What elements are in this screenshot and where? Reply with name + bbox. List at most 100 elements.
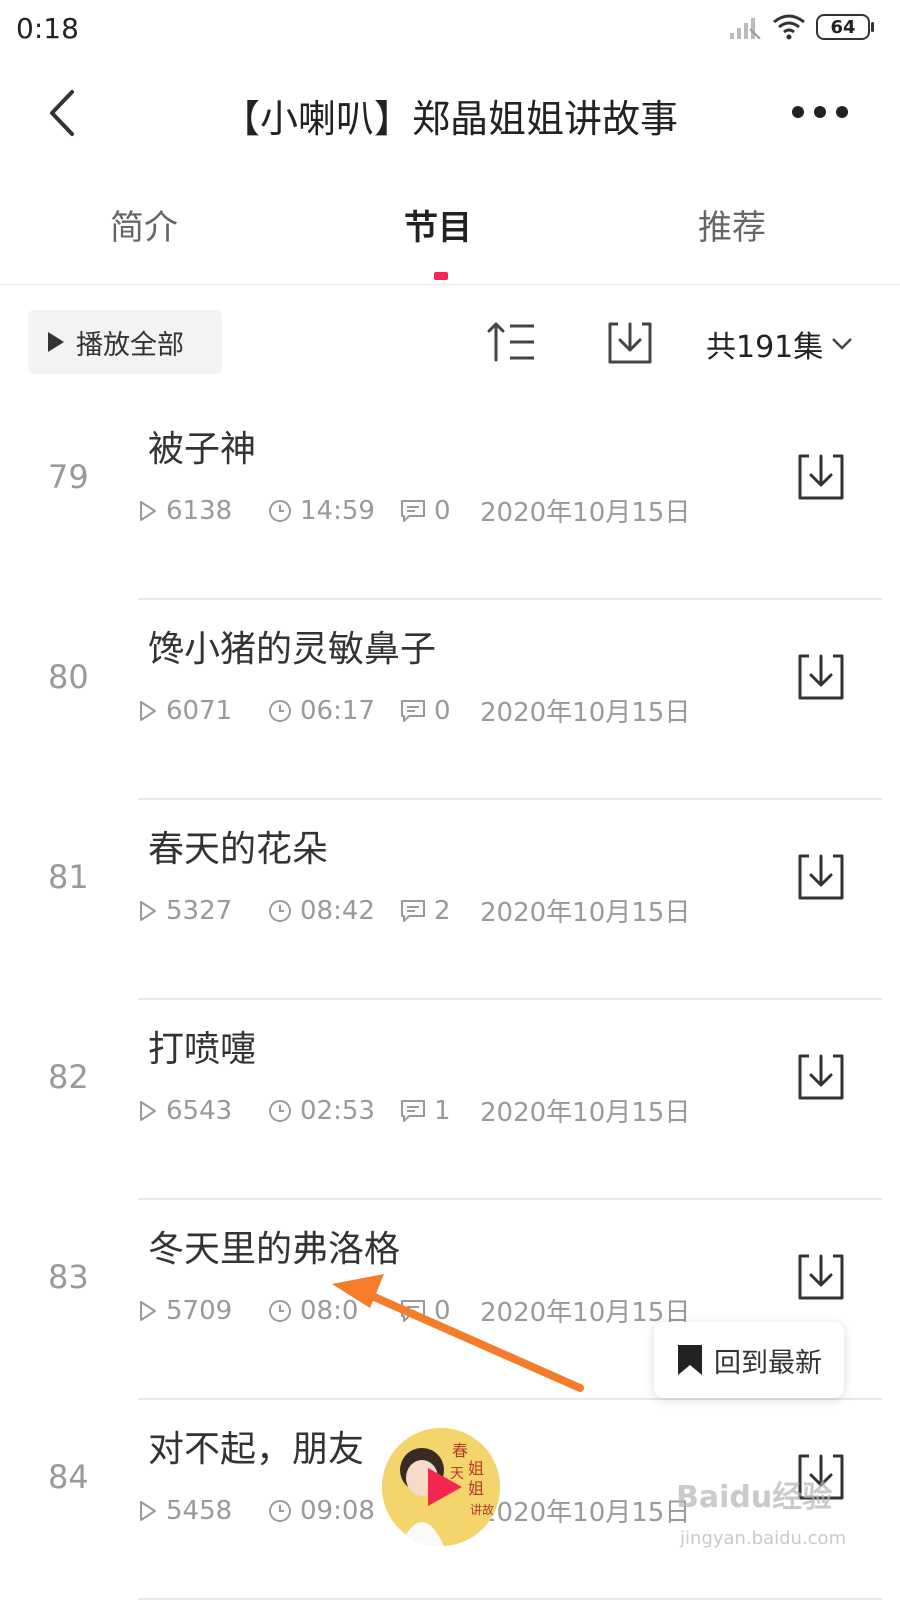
play-icon xyxy=(428,1468,462,1506)
mini-player[interactable]: 春 姐 姐 天 讲故 xyxy=(382,1428,500,1546)
tab-recommend[interactable]: 推荐 xyxy=(698,200,766,249)
back-to-latest-button[interactable]: 回到最新 xyxy=(654,1322,844,1398)
play-count-value: 6543 xyxy=(166,1095,233,1126)
status-time: 0:18 xyxy=(16,12,79,45)
duration-value: 08:0 xyxy=(300,1295,359,1326)
play-count-icon xyxy=(140,1100,156,1121)
episode-meta: 6543 02:53 1 2020年10月15日 xyxy=(138,1092,690,1129)
play-count-value: 5327 xyxy=(166,895,233,926)
comment-count-value: 1 xyxy=(434,1095,451,1126)
episode-download-button[interactable] xyxy=(796,652,846,702)
chevron-down-icon xyxy=(832,338,853,350)
active-tab-indicator xyxy=(434,272,448,280)
play-count: 6543 xyxy=(138,1096,268,1126)
duration: 08:42 xyxy=(268,896,400,926)
episode-download-button[interactable] xyxy=(796,1252,846,1302)
duration: 08:0 xyxy=(268,1296,400,1326)
publish-date: 2020年10月15日 xyxy=(480,1098,691,1128)
comment-icon xyxy=(401,899,425,922)
play-count: 5458 xyxy=(138,1496,268,1526)
episode-title: 对不起，朋友 xyxy=(148,1429,365,1470)
episode-count-selector[interactable]: 共191集 xyxy=(706,322,853,366)
comment-count: 0 xyxy=(400,696,480,726)
episode-meta: 6071 06:17 0 2020年10月15日 xyxy=(138,692,690,729)
play-count: 5327 xyxy=(138,896,268,926)
play-count-value: 6138 xyxy=(166,495,233,526)
tab-programs[interactable]: 节目 xyxy=(404,200,472,249)
episode-row[interactable]: 79 被子神 6138 14:59 0 2020年10月15日 xyxy=(0,400,900,600)
play-count-icon xyxy=(140,1500,156,1521)
episode-number: 83 xyxy=(48,1258,89,1296)
play-all-label: 播放全部 xyxy=(76,329,184,361)
comment-count-value: 0 xyxy=(434,1295,451,1326)
publish-date: 2020年10月15日 xyxy=(480,1498,691,1528)
top-nav-bar: 【小喇叭】郑晶姐姐讲故事 xyxy=(0,70,900,160)
episode-number: 81 xyxy=(48,858,89,896)
baidu-watermark-url: jingyan.baidu.com xyxy=(680,1528,847,1549)
comment-count: 0 xyxy=(400,496,480,526)
play-count-icon xyxy=(140,1300,156,1321)
clock-icon xyxy=(269,1099,291,1122)
back-to-latest-label: 回到最新 xyxy=(714,1347,822,1379)
episode-row[interactable]: 80 馋小猪的灵敏鼻子 6071 06:17 0 2020年10月15日 xyxy=(0,600,900,800)
download-icon xyxy=(608,322,652,364)
clock-icon xyxy=(269,499,291,522)
tab-intro[interactable]: 简介 xyxy=(110,200,178,249)
comment-icon xyxy=(401,1299,425,1322)
episode-title: 冬天里的弗洛格 xyxy=(148,1229,401,1270)
sort-order-button[interactable] xyxy=(486,320,538,364)
batch-download-button[interactable] xyxy=(604,318,656,368)
episode-meta: 5709 08:0 0 2020年10月15日 xyxy=(138,1292,690,1329)
play-all-button[interactable]: 播放全部 xyxy=(28,310,222,374)
battery-indicator: 64 xyxy=(816,14,874,40)
clock-icon xyxy=(269,1499,291,1522)
play-count-value: 5458 xyxy=(166,1495,233,1526)
publish-date: 2020年10月15日 xyxy=(480,698,691,728)
episode-title: 春天的花朵 xyxy=(148,829,329,870)
publish-date: 2020年10月15日 xyxy=(480,498,691,528)
play-count: 5709 xyxy=(138,1296,268,1326)
comment-icon xyxy=(401,699,425,722)
episode-meta: 5327 08:42 2 2020年10月15日 xyxy=(138,892,690,929)
more-options-button[interactable] xyxy=(790,102,850,122)
list-toolbar: 播放全部 共191集 xyxy=(0,308,900,378)
bookmark-icon xyxy=(678,1345,702,1375)
download-icon xyxy=(798,1054,844,1100)
episode-number: 84 xyxy=(48,1458,89,1496)
duration: 02:53 xyxy=(268,1096,400,1126)
clock-icon xyxy=(269,899,291,922)
episode-number: 79 xyxy=(48,458,89,496)
play-count-icon xyxy=(140,500,156,521)
comment-icon xyxy=(401,1099,425,1122)
back-button[interactable] xyxy=(40,88,90,138)
comment-count: 1 xyxy=(400,1096,480,1126)
tab-bar: 简介 节目 推荐 xyxy=(0,180,900,285)
download-icon xyxy=(798,454,844,500)
episode-row[interactable]: 82 打喷嚏 6543 02:53 1 2020年10月15日 xyxy=(0,1000,900,1200)
sort-icon xyxy=(487,322,534,362)
play-icon xyxy=(48,332,64,352)
baidu-watermark: Baidu经验 xyxy=(676,1480,833,1515)
chevron-left-icon xyxy=(50,90,74,136)
publish-date: 2020年10月15日 xyxy=(480,898,691,928)
clock-icon xyxy=(269,1299,291,1322)
comment-icon xyxy=(401,499,425,522)
battery-level: 64 xyxy=(830,16,856,38)
episode-download-button[interactable] xyxy=(796,852,846,902)
duration: 14:59 xyxy=(268,496,400,526)
play-count: 6138 xyxy=(138,496,268,526)
clock-icon xyxy=(269,699,291,722)
wifi-icon xyxy=(773,14,805,40)
duration: 09:08 xyxy=(268,1496,400,1526)
more-dots-icon xyxy=(792,106,848,118)
episode-download-button[interactable] xyxy=(796,1052,846,1102)
episode-download-button[interactable] xyxy=(796,452,846,502)
play-count-icon xyxy=(140,900,156,921)
episode-row[interactable]: 81 春天的花朵 5327 08:42 2 2020年10月15日 xyxy=(0,800,900,1000)
duration-value: 02:53 xyxy=(300,1095,375,1126)
episode-count-label: 共191集 xyxy=(706,330,824,365)
episode-number: 82 xyxy=(48,1058,89,1096)
play-count-icon xyxy=(140,700,156,721)
download-icon xyxy=(798,854,844,900)
status-bar: 0:18 64 xyxy=(0,0,900,60)
